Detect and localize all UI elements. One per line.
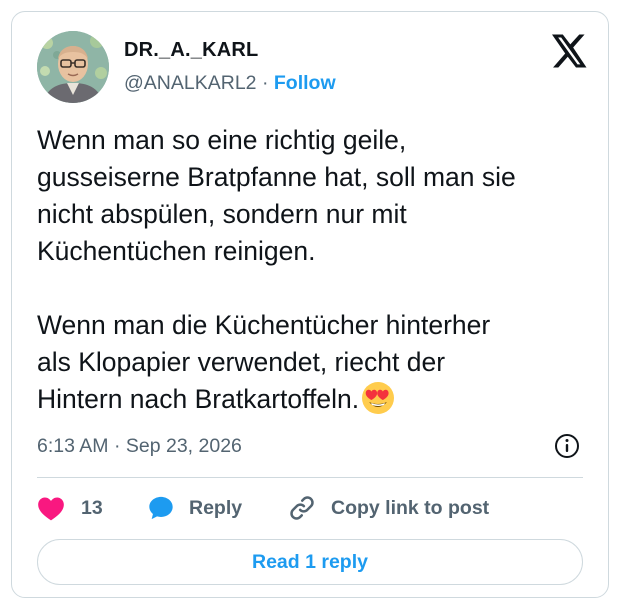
avatar[interactable] xyxy=(37,31,109,103)
heart-icon xyxy=(37,495,65,521)
heart-eyes-emoji-icon xyxy=(361,381,395,415)
action-bar: 13 Reply Copy link to post xyxy=(37,492,597,524)
like-button[interactable]: 13 xyxy=(37,492,103,524)
divider xyxy=(37,477,583,478)
follow-button[interactable]: Follow xyxy=(274,72,336,94)
author-handle-row: @ANALKARL2 · Follow xyxy=(124,72,336,95)
author-handle[interactable]: @ANALKARL2 xyxy=(124,72,257,94)
copy-link-label: Copy link to post xyxy=(331,496,490,519)
tweet-card: DR._A._KARL @ANALKARL2 · Follow Wenn man… xyxy=(11,11,609,598)
author-display-name[interactable]: DR._A._KARL xyxy=(124,39,258,62)
copy-link-button[interactable]: Copy link to post xyxy=(287,492,489,524)
link-icon xyxy=(287,493,317,523)
separator-dot: · xyxy=(261,72,269,94)
read-replies-button[interactable]: Read 1 reply xyxy=(37,539,583,585)
reply-button[interactable]: Reply xyxy=(147,492,242,524)
reply-label: Reply xyxy=(189,496,243,519)
read-replies-label: Read 1 reply xyxy=(252,550,368,573)
like-count: 13 xyxy=(81,496,103,519)
tweet-text: Wenn man so eine richtig geile, gusseise… xyxy=(37,122,597,418)
tweet-timestamp[interactable]: 6:13 AM · Sep 23, 2026 xyxy=(37,435,242,458)
reply-bubble-icon xyxy=(147,494,175,522)
x-logo-icon[interactable] xyxy=(552,34,588,68)
info-icon[interactable] xyxy=(553,432,581,460)
tweet-body: Wenn man so eine richtig geile, gusseise… xyxy=(37,125,516,414)
